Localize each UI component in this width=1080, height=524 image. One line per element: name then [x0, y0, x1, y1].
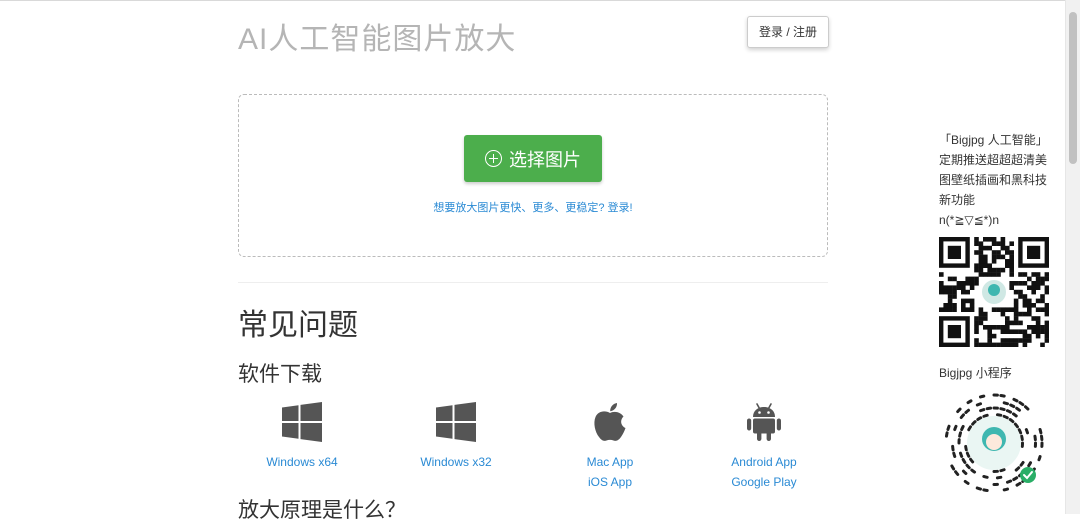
login-register-button[interactable]: 登录 / 注册 [747, 16, 829, 48]
section-divider [238, 282, 828, 283]
principle-heading: 放大原理是什么？ [238, 499, 406, 522]
faq-heading: 常见问题 [238, 309, 358, 342]
download-apple: Mac App iOS App [550, 400, 670, 492]
promo-line: 定期推送超超超清美 [939, 153, 1048, 167]
windows-x32-link[interactable]: Windows x32 [396, 452, 516, 472]
windows-x64-link[interactable]: Windows x64 [242, 452, 362, 472]
ios-app-link[interactable]: iOS App [550, 472, 670, 492]
promo-line: 新功能 [939, 193, 976, 207]
apple-icon[interactable] [592, 401, 628, 443]
android-app-link[interactable]: Android App [704, 452, 824, 472]
download-android: Android App Google Play [704, 400, 824, 492]
site-title: AI人工智能图片放大 [238, 23, 517, 56]
download-windows-x64: Windows x64 [242, 400, 362, 472]
android-icon[interactable] [747, 401, 781, 443]
top-border [0, 0, 1066, 1]
scrollbar[interactable] [1065, 0, 1080, 514]
select-image-button[interactable]: 选择图片 [464, 135, 602, 182]
download-windows-x32: Windows x32 [396, 400, 516, 472]
wechat-promo: 「Bigjpg 人工智能」 定期推送超超超清美 图壁纸插画和黑科技 新功能 n(… [939, 130, 1054, 230]
windows-icon[interactable] [436, 402, 476, 442]
mac-app-link[interactable]: Mac App [550, 452, 670, 472]
login-hint-link[interactable]: 想要放大图片更快、更多、更稳定? 登录! [239, 199, 827, 215]
promo-line: n(*≧▽≦*)n [939, 213, 1000, 227]
plus-circle-icon [485, 150, 502, 167]
promo-line: 「Bigjpg 人工智能」 [939, 133, 1048, 147]
mini-program-label: Bigjpg 小程序 [939, 366, 1012, 380]
wechat-qr-code [939, 237, 1049, 347]
select-image-label: 选择图片 [509, 149, 581, 170]
download-heading: 软件下载 [238, 363, 322, 386]
promo-line: 图壁纸插画和黑科技 [939, 173, 1048, 187]
upload-dropzone[interactable]: 选择图片 想要放大图片更快、更多、更稳定? 登录! [238, 94, 828, 257]
google-play-link[interactable]: Google Play [704, 472, 824, 492]
windows-icon[interactable] [282, 402, 322, 442]
scrollbar-thumb[interactable] [1069, 12, 1077, 164]
mini-program-code [941, 390, 1047, 496]
